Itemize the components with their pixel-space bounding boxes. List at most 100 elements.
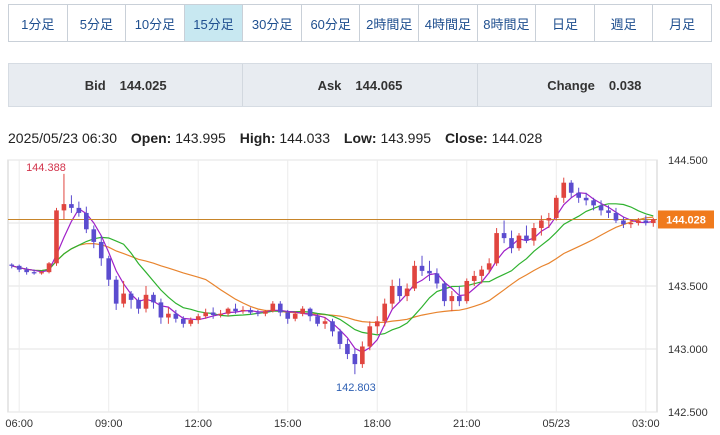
candle-body — [568, 182, 574, 193]
x-tick-label: 06:00 — [5, 418, 33, 430]
candle-body — [486, 263, 492, 270]
candle-body — [404, 288, 410, 297]
candle-body — [360, 346, 365, 365]
candle-body — [345, 343, 350, 355]
candle-body — [315, 316, 320, 324]
candle-body — [143, 294, 149, 309]
candle-body — [636, 220, 641, 223]
x-tick-label: 18:00 — [363, 418, 391, 430]
candle-body — [539, 220, 544, 229]
candle-body — [180, 318, 186, 324]
candle-body — [561, 182, 567, 198]
x-tick-label: 03:00 — [632, 418, 660, 430]
candle-body — [307, 308, 313, 317]
candle-body — [412, 265, 417, 289]
candle-body — [606, 210, 611, 213]
candle-body — [158, 302, 164, 318]
candle-body — [61, 204, 67, 211]
candle-body — [464, 280, 470, 302]
candle-body — [16, 265, 22, 270]
candle-body — [121, 293, 126, 304]
candle-body — [531, 228, 537, 241]
candle-body — [322, 321, 328, 324]
candle-body — [218, 313, 223, 315]
candle-body — [255, 312, 261, 314]
candle-body — [494, 233, 499, 264]
candle-body — [263, 311, 268, 314]
candle-body — [270, 303, 276, 312]
y-tick-label: 142.500 — [668, 407, 708, 419]
candle-body — [9, 264, 15, 266]
candle-body — [598, 205, 604, 211]
candle-body — [337, 331, 343, 344]
candle-body — [188, 320, 194, 324]
candle-body — [449, 296, 455, 302]
high-annotation: 144.388 — [26, 162, 66, 174]
candle-body — [367, 326, 373, 347]
candle-body — [54, 210, 59, 264]
x-tick-label: 15:00 — [274, 418, 302, 430]
current-price-label: 144.028 — [666, 214, 706, 226]
candle-body — [136, 299, 141, 309]
candle-body — [166, 313, 171, 318]
candle-body — [248, 309, 253, 313]
x-tick-label: 12:00 — [184, 418, 212, 430]
candle-body — [591, 200, 596, 206]
candle-body — [389, 286, 395, 304]
candle-body — [31, 272, 37, 274]
candle-body — [84, 212, 89, 230]
candle-body — [524, 235, 529, 241]
candle-body — [397, 286, 402, 297]
candle-body — [471, 275, 477, 281]
candle-body — [106, 258, 112, 280]
candle-body — [173, 313, 179, 319]
candle-body — [583, 197, 589, 201]
candle-body — [91, 229, 97, 242]
candle-body — [643, 220, 649, 223]
candle-body — [419, 265, 425, 271]
candle-body — [113, 279, 119, 304]
candle-body — [151, 294, 156, 303]
candle-body — [427, 270, 432, 274]
candle-body — [233, 308, 238, 312]
candle-body — [479, 269, 485, 276]
candle-body — [352, 354, 358, 365]
y-tick-label: 144.500 — [668, 155, 708, 167]
candle-body — [650, 219, 656, 223]
x-tick-label: 05/23 — [543, 418, 571, 430]
candle-body — [509, 238, 514, 249]
candle-body — [203, 312, 208, 317]
candle-body — [621, 220, 626, 225]
candle-body — [195, 316, 201, 321]
candle-body — [300, 308, 305, 314]
candle-body — [516, 235, 522, 249]
y-tick-label: 143.000 — [668, 344, 708, 356]
candle-body — [210, 312, 216, 315]
candle-body — [501, 233, 507, 239]
candle-body — [457, 296, 462, 302]
candle-body — [225, 308, 231, 314]
candle-body — [240, 309, 246, 312]
low-annotation: 142.803 — [336, 382, 376, 394]
candle-body — [76, 207, 82, 213]
y-tick-label: 143.500 — [668, 281, 708, 293]
candle-body — [128, 293, 134, 300]
x-tick-label: 09:00 — [95, 418, 123, 430]
candle-body — [546, 217, 552, 221]
price-chart[interactable]: 144.500144.000143.500143.000142.50006:00… — [0, 0, 720, 435]
candle-body — [382, 303, 388, 322]
candle-body — [628, 223, 634, 225]
x-tick-label: 21:00 — [453, 418, 481, 430]
candle-body — [39, 272, 44, 274]
candle-body — [277, 303, 283, 313]
candle-body — [98, 241, 104, 259]
candle-body — [285, 312, 291, 319]
candle-body — [553, 197, 559, 218]
candle-body — [613, 212, 619, 221]
candle-body — [292, 313, 298, 319]
candle-body — [24, 269, 29, 273]
candle-body — [576, 192, 581, 198]
candle-body — [330, 321, 335, 332]
candle-body — [434, 273, 440, 284]
candle-body — [374, 321, 380, 327]
